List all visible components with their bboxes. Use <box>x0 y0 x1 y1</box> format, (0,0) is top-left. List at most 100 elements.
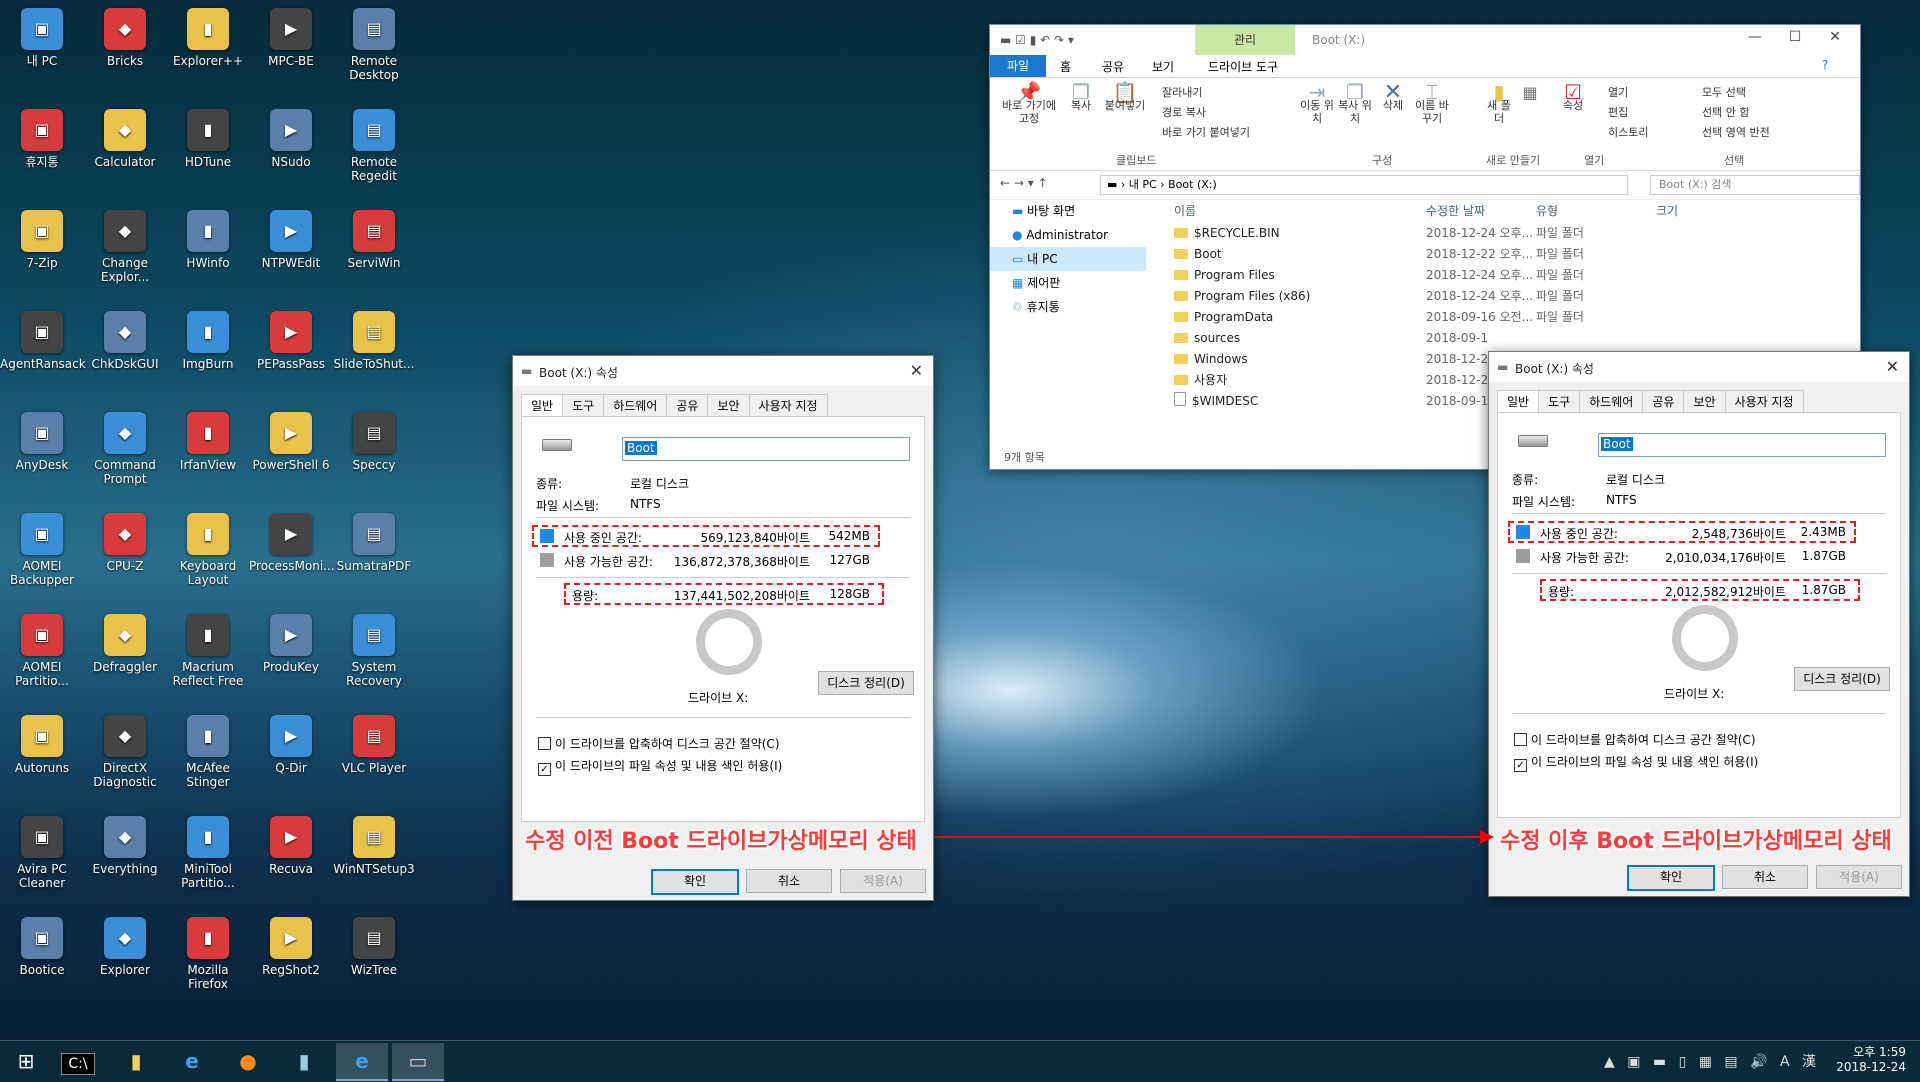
desktop-icon[interactable]: ▮ McAfee Stinger <box>166 715 250 789</box>
taskbar-ie[interactable]: e <box>166 1043 218 1079</box>
file-row[interactable]: Program Files (x86) 2018-12-24 오후... 파일 폴더 <box>1160 286 1860 307</box>
maximize-button[interactable]: ☐ <box>1780 29 1810 45</box>
tab[interactable]: 도구 <box>562 394 605 416</box>
desktop-icon[interactable]: ▤ System Recovery <box>332 614 416 688</box>
desktop-icon[interactable]: ▤ WinNTSetup3 <box>332 816 416 876</box>
cut-button[interactable]: 잘라내기 <box>1162 84 1202 100</box>
desktop-icon[interactable]: ▤ Remote Regedit <box>332 109 416 183</box>
desktop-icon[interactable]: ▮ Macrium Reflect Free <box>166 614 250 688</box>
delete-button[interactable]: ✕ 삭제 <box>1378 82 1408 113</box>
volume-name-input[interactable]: Boot <box>622 437 910 461</box>
nav-item[interactable]: ▬ 바탕 화면 <box>990 199 1146 223</box>
desktop-icon[interactable]: ◆ Change Explor... <box>83 210 167 284</box>
desktop-icon[interactable]: ▶ PowerShell 6 <box>249 412 333 472</box>
file-row[interactable]: Program Files 2018-12-24 오후... 파일 폴더 <box>1160 265 1860 286</box>
nav-item[interactable]: ▦ 제어판 <box>990 271 1146 295</box>
tab[interactable]: 일반 <box>521 394 564 416</box>
desktop-icon[interactable]: ▤ SlideToShut... <box>332 311 416 371</box>
new-item-button[interactable]: ▦ <box>1520 85 1540 101</box>
system-tray[interactable]: ▲ ▣ ▬ ▯ ▦ ▤ 🔊 A 漢 <box>1604 1051 1820 1071</box>
desktop-icon[interactable]: ◆ CPU-Z <box>83 513 167 573</box>
clock[interactable]: 오후 1:59 2018-12-24 <box>1836 1045 1906 1075</box>
column-date[interactable]: 수정한 날짜 <box>1426 199 1485 223</box>
desktop-icon[interactable]: ▶ MPC-BE <box>249 8 333 68</box>
desktop-icon[interactable]: ▮ MiniTool Partitio... <box>166 816 250 890</box>
ok-button[interactable]: 확인 <box>651 869 739 895</box>
desktop-icon[interactable]: ◆ Command Prompt <box>83 412 167 486</box>
new-folder-button[interactable]: ▮ 새 폴더 <box>1486 82 1512 125</box>
nav-item[interactable]: ▭ 내 PC <box>990 247 1146 271</box>
help-icon[interactable]: ? <box>1822 58 1828 72</box>
paste-button[interactable]: 📋 붙여넣기 <box>1100 82 1150 112</box>
desktop-icon[interactable]: ◆ Calculator <box>83 109 167 169</box>
open-button[interactable]: 열기 <box>1608 84 1628 100</box>
cancel-button[interactable]: 취소 <box>746 869 832 893</box>
file-row[interactable]: $RECYCLE.BIN 2018-12-24 오후... 파일 폴더 <box>1160 223 1860 244</box>
move-to-button[interactable]: ⇥ 이동 위치 <box>1300 82 1334 125</box>
desktop-icon[interactable]: ▮ Mozilla Firefox <box>166 917 250 991</box>
file-row[interactable]: sources 2018-09-1 <box>1160 328 1860 349</box>
desktop-icon[interactable]: ▣ Avira PC Cleaner <box>0 816 84 890</box>
desktop-icon[interactable]: ◆ Bricks <box>83 8 167 68</box>
apply-button[interactable]: 적용(A) <box>1816 865 1902 889</box>
desktop-icon[interactable]: ▤ Remote Desktop <box>332 8 416 82</box>
address-bar[interactable]: ▬ › 내 PC › Boot (X:) <box>1100 175 1628 195</box>
taskbar-firefox[interactable]: ● <box>222 1043 274 1079</box>
tab-file[interactable]: 파일 <box>990 55 1046 77</box>
desktop-icon[interactable]: ▶ RegShot2 <box>249 917 333 977</box>
index-drive-checkbox[interactable]: ✓ 이 드라이브의 파일 속성 및 내용 색인 허용(I) <box>538 757 782 776</box>
invert-selection-button[interactable]: 선택 영역 반전 <box>1702 124 1770 140</box>
desktop-icon[interactable]: ▮ HWinfo <box>166 210 250 270</box>
desktop-icon[interactable]: ◆ Everything <box>83 816 167 876</box>
tab[interactable]: 공유 <box>1642 390 1685 412</box>
desktop-icon[interactable]: ▣ Autoruns <box>0 715 84 775</box>
ime-hanja-indicator[interactable]: 漢 <box>1802 1054 1820 1070</box>
desktop-icon[interactable]: ▤ ServiWin <box>332 210 416 270</box>
desktop-icon[interactable]: ◆ DirectX Diagnostic <box>83 715 167 789</box>
desktop-icon[interactable]: ◆ ChkDskGUI <box>83 311 167 371</box>
desktop-icon[interactable]: ◆ Defraggler <box>83 614 167 674</box>
taskbar-ie-active[interactable]: e <box>336 1043 388 1081</box>
file-row[interactable]: Boot 2018-12-22 오후... 파일 폴더 <box>1160 244 1860 265</box>
desktop-icon[interactable]: ▤ Speccy <box>332 412 416 472</box>
taskbar-cmd[interactable]: C:\ <box>52 1043 104 1079</box>
cancel-button[interactable]: 취소 <box>1722 865 1808 889</box>
nav-arrows[interactable]: ← → ▾ ↑ <box>1000 176 1048 190</box>
desktop-icon[interactable]: ◆ Explorer <box>83 917 167 977</box>
desktop-icon[interactable]: ▤ VLC Player <box>332 715 416 775</box>
column-type[interactable]: 유형 <box>1536 199 1558 223</box>
desktop-icon[interactable]: ▶ NSudo <box>249 109 333 169</box>
paste-shortcut-button[interactable]: 바로 가기 붙여넣기 <box>1162 124 1250 140</box>
taskbar-drive-properties[interactable]: ▭ <box>392 1043 444 1081</box>
column-name[interactable]: 이름 <box>1174 199 1196 223</box>
tab[interactable]: 하드웨어 <box>1579 390 1644 412</box>
search-input[interactable]: Boot (X:) 검색 <box>1650 175 1860 195</box>
desktop-icon[interactable]: ▣ 휴지통 <box>0 109 84 169</box>
tab[interactable]: 공유 <box>666 394 709 416</box>
select-all-button[interactable]: 모두 선택 <box>1702 84 1746 100</box>
desktop-icon[interactable]: ▶ NTPWEdit <box>249 210 333 270</box>
tab[interactable]: 일반 <box>1497 390 1540 412</box>
desktop-icon[interactable]: ▣ AnyDesk <box>0 412 84 472</box>
desktop-icon[interactable]: ▮ HDTune <box>166 109 250 169</box>
desktop-icon[interactable]: ▶ ProduKey <box>249 614 333 674</box>
desktop-icon[interactable]: ▶ ProcessMoni... <box>249 513 335 573</box>
desktop-icon[interactable]: ▣ 내 PC <box>0 8 84 68</box>
rename-button[interactable]: ⌶ 이름 바꾸기 <box>1412 82 1452 125</box>
compress-drive-checkbox[interactable]: 이 드라이브를 압축하여 디스크 공간 절약(C) <box>538 735 780 752</box>
ok-button[interactable]: 확인 <box>1627 865 1715 891</box>
edit-button[interactable]: 편집 <box>1608 104 1628 120</box>
disk-cleanup-button[interactable]: 디스크 정리(D) <box>818 671 914 695</box>
disk-cleanup-button[interactable]: 디스크 정리(D) <box>1794 667 1890 691</box>
tab-share[interactable]: 공유 <box>1102 58 1124 75</box>
tab-home[interactable]: 홈 <box>1060 58 1071 75</box>
tab[interactable]: 보안 <box>1683 390 1726 412</box>
desktop-icon[interactable]: ▶ PEPassPass <box>249 311 333 371</box>
desktop-icon[interactable]: ▤ WizTree <box>332 917 416 977</box>
desktop-icon[interactable]: ▣ 7-Zip <box>0 210 84 270</box>
desktop-icon[interactable]: ▤ SumatraPDF <box>332 513 416 573</box>
desktop-icon[interactable]: ▶ Recuva <box>249 816 333 876</box>
pin-quick-access-button[interactable]: 📌 바로 가기에 고정 <box>996 82 1062 125</box>
file-row[interactable]: ProgramData 2018-09-16 오전... 파일 폴더 <box>1160 307 1860 328</box>
desktop-icon[interactable]: ▣ Bootice <box>0 917 84 977</box>
